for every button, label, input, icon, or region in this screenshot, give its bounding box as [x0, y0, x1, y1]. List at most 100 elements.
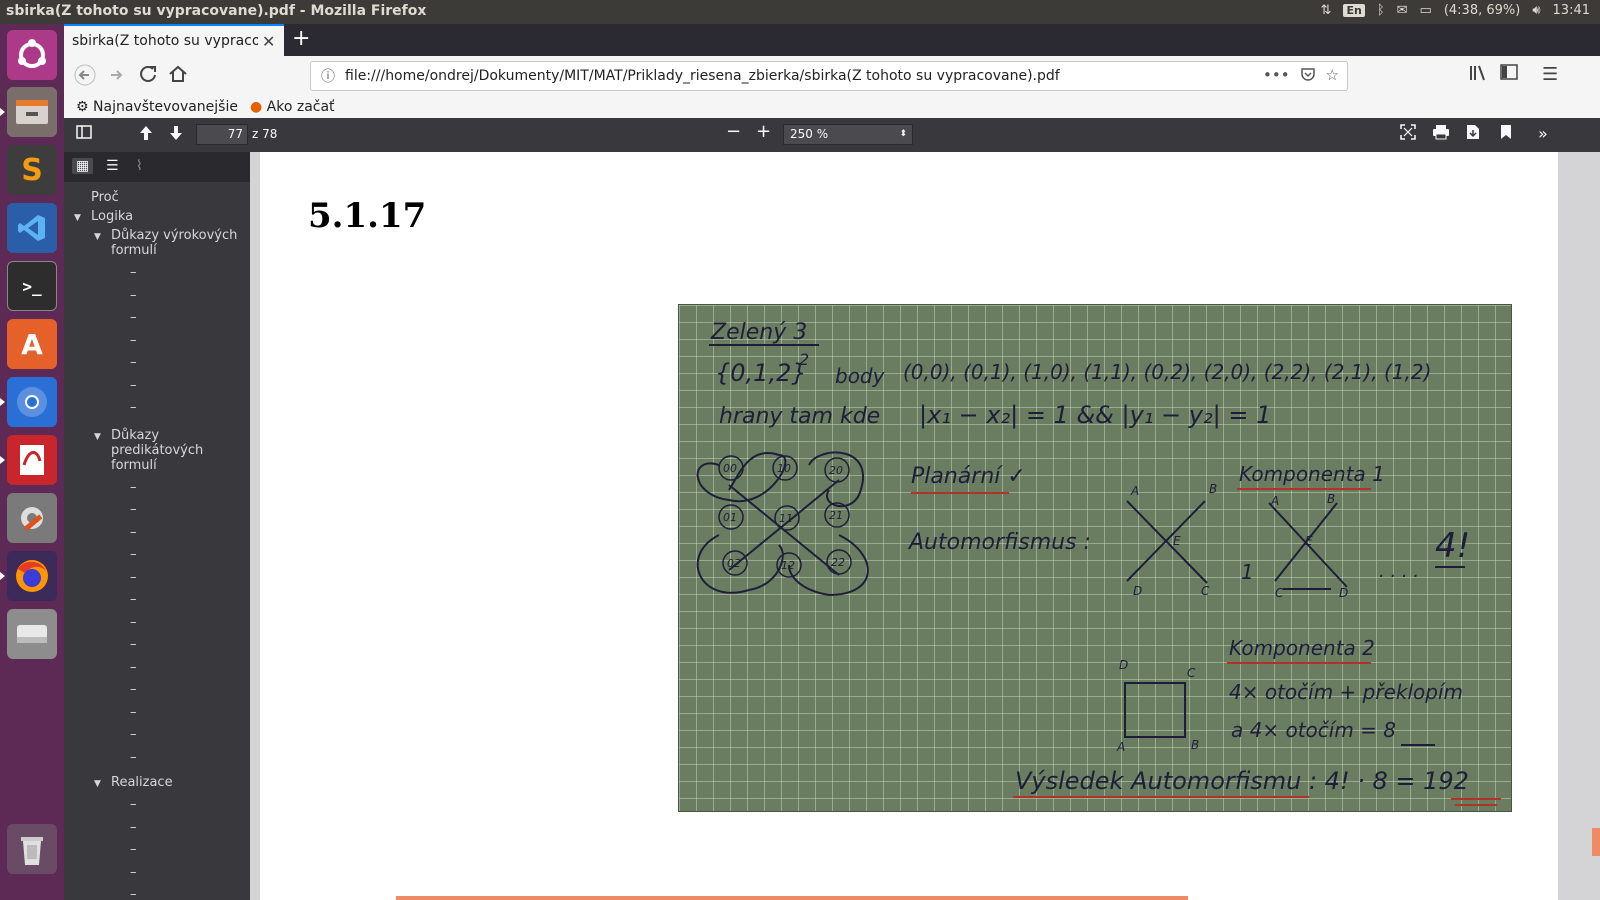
outline-subitem[interactable]: – [64, 522, 250, 545]
bookmark-getting-started[interactable]: ● Ako začať [250, 99, 335, 115]
url-bar[interactable]: ⓘ file:///home/ondrej/Dokumenty/MIT/MAT/… [310, 61, 1348, 91]
toggle-sidebar-icon[interactable] [76, 124, 92, 144]
outline-subitem[interactable]: – [64, 657, 250, 680]
outline-subitem[interactable]: – [64, 724, 250, 747]
previous-page-icon[interactable] [138, 124, 154, 146]
navigation-toolbar: ⓘ file:///home/ondrej/Dokumenty/MIT/MAT/… [64, 56, 1600, 96]
sublime-text-icon[interactable]: S [7, 145, 57, 195]
presentation-mode-icon[interactable] [1400, 124, 1416, 144]
triangle-down-icon[interactable]: ▼ [74, 211, 81, 226]
print-icon[interactable] [1432, 124, 1450, 144]
outline-subitem[interactable]: – [64, 567, 250, 590]
bluetooth-icon[interactable]: ᛒ [1377, 3, 1385, 18]
terminal-icon[interactable]: >_ [7, 261, 57, 311]
keyboard-layout-indicator[interactable]: En [1343, 4, 1365, 17]
clock[interactable]: 13:41 [1553, 3, 1590, 18]
notes-result: Výsledek Automorfismu : 4! · 8 = 192 [1015, 767, 1469, 795]
outline-item-dukazy-vyrokovych[interactable]: ▼ Důkazy výrokových formulí [64, 228, 250, 258]
hamburger-menu-icon[interactable]: ☰ [1542, 64, 1558, 85]
outline-item-realizace[interactable]: ▼ Realizace [64, 775, 250, 790]
outline-subitem[interactable]: – [64, 634, 250, 657]
outline-subitem[interactable]: – [64, 285, 250, 308]
page-number-input[interactable]: 77 [196, 124, 248, 145]
outline-subitem[interactable]: – [64, 375, 250, 398]
trash-icon[interactable] [7, 824, 57, 874]
sidebar-toggle-icon[interactable] [1500, 64, 1518, 85]
back-icon[interactable] [74, 64, 96, 91]
files-icon[interactable] [7, 87, 57, 137]
square-component-drawing [1124, 682, 1186, 738]
zoom-select[interactable]: 250 % ⬍ [783, 124, 913, 145]
pdf-sidebar: ▦ ☰ ⌇ Proč ▼ Logika ▼ Důkazy výrokových fo… [64, 152, 250, 900]
tools-chevron-icon[interactable]: » [1538, 124, 1548, 143]
system-settings-icon[interactable] [7, 493, 57, 543]
pocket-icon[interactable] [1300, 66, 1316, 86]
outline-subitem[interactable]: – [64, 612, 250, 635]
vertical-scrollbar-thumb[interactable] [1592, 828, 1600, 856]
outline-subitem[interactable]: – [64, 794, 250, 817]
page-count: z 78 [252, 127, 278, 141]
handwritten-notes-photo: Zelený 3 {0,1,2} 2 body (0,0), (0,1), (1… [678, 304, 1512, 812]
outline-subitem[interactable]: – [64, 702, 250, 725]
outline-subitem[interactable]: – [64, 679, 250, 702]
triangle-down-icon[interactable]: ▼ [94, 430, 101, 445]
download-icon[interactable] [1466, 124, 1480, 144]
next-page-icon[interactable] [168, 124, 184, 146]
outline-item-proc[interactable]: Proč [64, 190, 250, 205]
outline-subitem[interactable]: – [64, 862, 250, 885]
notes-set-exponent: 2 [799, 350, 809, 369]
outline-subitem[interactable]: – [64, 307, 250, 330]
mail-icon[interactable]: ✉ [1397, 3, 1408, 18]
url-text[interactable]: file:///home/ondrej/Dokumenty/MIT/MAT/Pr… [345, 68, 1263, 84]
ubuntu-dash-icon[interactable] [7, 30, 57, 80]
vscode-icon[interactable] [7, 203, 57, 253]
page-actions-icon[interactable]: ••• [1263, 66, 1290, 86]
outline-subitem[interactable]: – [64, 477, 250, 500]
firefox-icon[interactable] [7, 551, 57, 601]
battery-status[interactable]: (4:38, 69%) [1444, 3, 1521, 18]
document-viewer-icon[interactable] [7, 435, 57, 485]
outline-subitem[interactable]: – [64, 544, 250, 567]
outline-subitem[interactable]: – [64, 397, 250, 420]
chromium-icon[interactable] [7, 377, 57, 427]
outline-subitem[interactable]: – [64, 589, 250, 612]
triangle-down-icon[interactable]: ▼ [94, 777, 101, 792]
battery-icon[interactable]: ▭ [1420, 3, 1432, 18]
node-label: 22 [831, 556, 845, 569]
network-icon[interactable]: ⇅ [1321, 3, 1332, 18]
close-tab-icon[interactable]: ✕ [262, 32, 275, 51]
bookmark-most-visited[interactable]: ⚙ Najnavštevovanejšie [76, 99, 238, 115]
outline-subitem[interactable]: – [64, 499, 250, 522]
outline-item-dukazy-predikatovych[interactable]: ▼ Důkazy predikátových formulí [64, 428, 250, 473]
outline-icon[interactable]: ☰ [106, 158, 119, 174]
zoom-in-icon[interactable]: + [756, 121, 771, 142]
horizontal-scrollbar-thumb[interactable] [396, 896, 1188, 900]
outline-subitem[interactable]: – [64, 330, 250, 353]
thumbnails-icon[interactable]: ▦ [72, 158, 94, 174]
library-icon[interactable] [1468, 64, 1488, 87]
bookmark-view-icon[interactable] [1500, 124, 1512, 144]
reload-icon[interactable] [138, 64, 158, 89]
outline-item-logika[interactable]: ▼ Logika [64, 209, 250, 224]
home-icon[interactable] [168, 64, 188, 89]
node-label: 02 [727, 557, 741, 570]
bookmark-star-icon[interactable]: ☆ [1326, 66, 1339, 86]
new-tab-icon[interactable]: + [292, 26, 310, 51]
forward-icon[interactable] [108, 64, 126, 91]
disk-drive-icon[interactable] [7, 609, 57, 659]
outline-subitem[interactable]: – [64, 884, 250, 900]
vertex-label: C [1201, 584, 1210, 598]
tab-pdf[interactable]: sbirka(Z tohoto su vypracovane).pdf ✕ [64, 24, 284, 56]
triangle-down-icon[interactable]: ▼ [94, 230, 101, 245]
outline-subitem[interactable]: – [64, 817, 250, 840]
outline-subitem[interactable]: – [64, 839, 250, 862]
software-center-icon[interactable]: A [7, 319, 57, 369]
outline-subitem[interactable]: – [64, 262, 250, 285]
site-info-icon[interactable]: ⓘ [321, 66, 335, 86]
vertex-label: D [1119, 658, 1128, 672]
zoom-out-icon[interactable]: − [726, 121, 741, 142]
volume-icon[interactable]: 🔊︎ [1532, 3, 1540, 18]
outline-subitem[interactable]: – [64, 352, 250, 375]
outline-subitem[interactable]: – [64, 747, 250, 770]
attachments-icon[interactable]: ⌇ [136, 158, 143, 174]
